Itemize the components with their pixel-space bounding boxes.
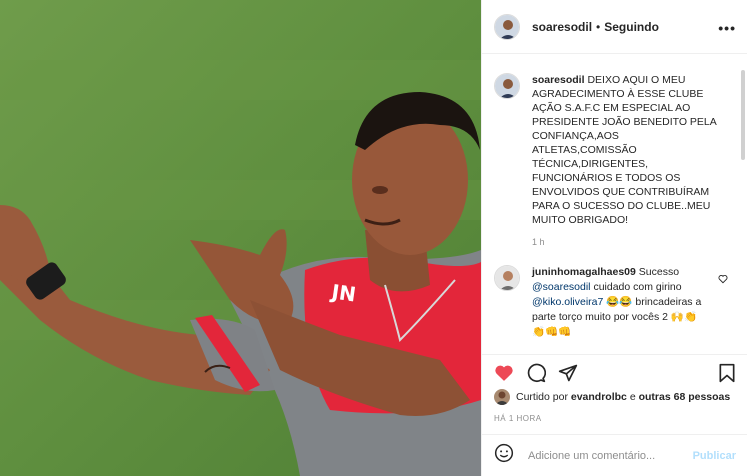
- caption-author[interactable]: soaresodil: [532, 74, 585, 86]
- more-options-icon[interactable]: •••: [718, 20, 736, 36]
- comment-like-heart-icon[interactable]: [718, 271, 728, 289]
- post-detail-panel: soaresodil • Seguindo ••• soaresodil DEI…: [481, 0, 747, 476]
- emoji-smiley-icon[interactable]: [494, 443, 514, 468]
- likes-others-link[interactable]: outras 68 pessoas: [639, 391, 731, 403]
- post-image: JN: [0, 0, 481, 476]
- likes-summary: Curtido por evandrolbc e outras 68 pesso…: [494, 389, 730, 405]
- comment-part: cuidado com girino: [593, 281, 682, 293]
- caption-age: 1 h: [532, 237, 545, 247]
- liker-avatar[interactable]: [494, 389, 510, 405]
- comment-mention[interactable]: @kiko.oliveira7: [532, 296, 603, 308]
- publish-button[interactable]: Publicar: [693, 450, 736, 462]
- caption-author-avatar[interactable]: [494, 73, 520, 99]
- liker-username[interactable]: evandrolbc: [571, 391, 627, 403]
- post-actions-bar: [482, 354, 747, 390]
- post-caption: soaresodil DEIXO AQUI O MEU AGRADECIMENT…: [494, 73, 736, 227]
- comment-input[interactable]: [528, 449, 678, 462]
- comments-section[interactable]: soaresodil DEIXO AQUI O MEU AGRADECIMENT…: [482, 55, 747, 354]
- save-bookmark-icon[interactable]: [718, 363, 736, 388]
- author-username[interactable]: soaresodil: [532, 20, 592, 34]
- jersey-text: JN: [328, 279, 357, 306]
- commenter-username[interactable]: juninhomagalhaes09: [532, 266, 636, 278]
- follow-status-button[interactable]: Seguindo: [604, 20, 659, 34]
- like-heart-icon[interactable]: [494, 363, 514, 388]
- comment-part: Sucesso: [638, 266, 680, 278]
- likes-prefix: Curtido por: [516, 391, 568, 403]
- author-avatar[interactable]: [494, 13, 520, 40]
- comments-scrollbar[interactable]: [741, 70, 745, 160]
- comment-text: juninhomagalhaes09 Sucesso @soaresodil c…: [532, 265, 708, 340]
- comment-emoji: 😂😂: [606, 296, 633, 308]
- post-header: soaresodil • Seguindo •••: [482, 0, 747, 54]
- separator-dot: •: [596, 19, 601, 34]
- likes-middle: e: [629, 391, 636, 403]
- caption-text: soaresodil DEIXO AQUI O MEU AGRADECIMENT…: [532, 73, 722, 227]
- add-comment-bar: Publicar: [482, 434, 747, 476]
- share-paper-plane-icon[interactable]: [558, 363, 578, 388]
- caption-body: DEIXO AQUI O MEU AGRADECIMENTO À ESSE CL…: [532, 74, 717, 226]
- comment-item: juninhomagalhaes09 Sucesso @soaresodil c…: [494, 265, 736, 340]
- comment-bubble-icon[interactable]: [526, 363, 547, 388]
- comment-mention[interactable]: @soaresodil: [532, 281, 591, 293]
- commenter-avatar[interactable]: [494, 265, 520, 291]
- post-photo[interactable]: JN: [0, 0, 481, 476]
- post-timestamp[interactable]: HÁ 1 HORA: [494, 414, 542, 423]
